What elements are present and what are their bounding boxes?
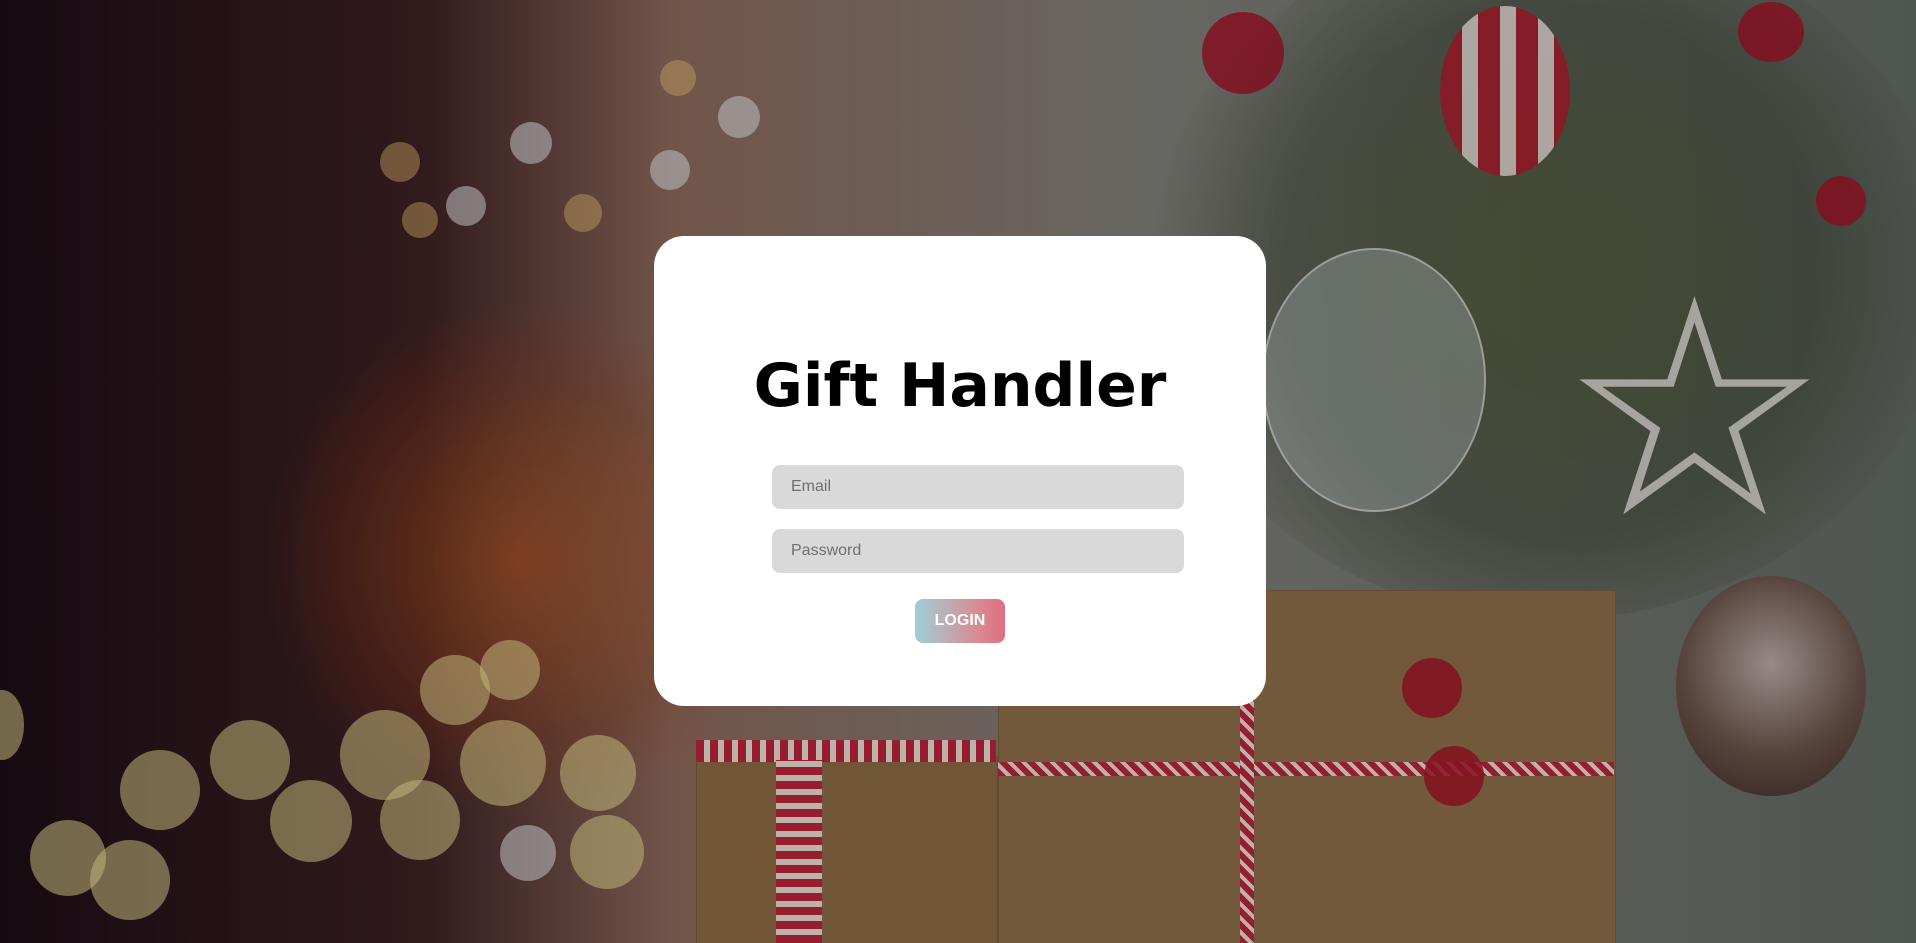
app-title: Gift Handler: [753, 351, 1167, 421]
login-card: Gift Handler LOGIN: [654, 236, 1266, 706]
login-button[interactable]: LOGIN: [915, 599, 1005, 643]
email-input[interactable]: [772, 465, 1184, 509]
password-input[interactable]: [772, 529, 1184, 573]
